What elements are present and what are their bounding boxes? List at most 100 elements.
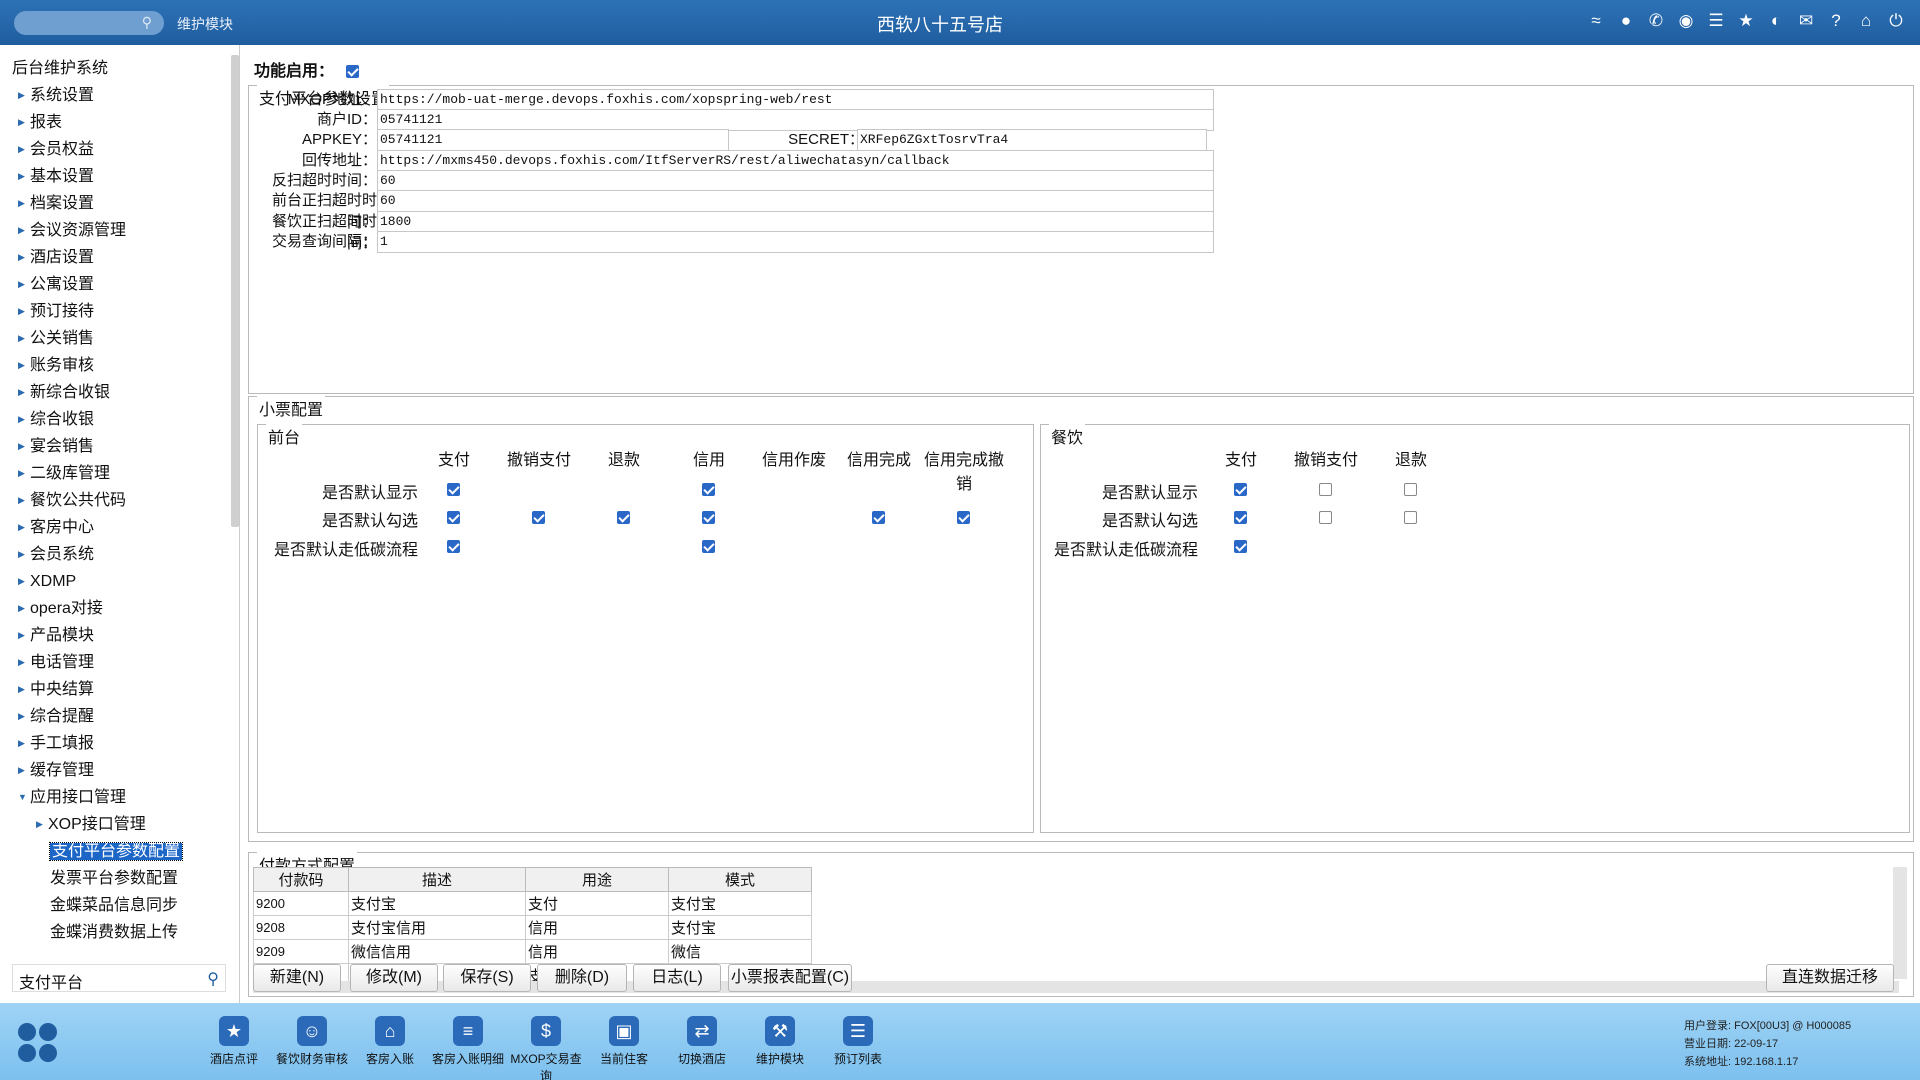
table-row[interactable]: 9200 支付宝 支付 支付宝 — [253, 891, 812, 916]
field-input[interactable]: 05741121 — [377, 129, 729, 151]
field-input[interactable]: https://mob-uat-merge.devops.foxhis.com/… — [377, 89, 1214, 111]
tree-item[interactable]: ▶ 会议资源管理 — [12, 217, 227, 244]
tree-item[interactable]: ▶ 产品模块 — [12, 622, 227, 649]
document-icon[interactable]: ≡ — [453, 1016, 483, 1046]
field-input[interactable]: 1 — [377, 231, 1214, 253]
table-row[interactable]: 9208 支付宝信用 信用 支付宝 — [253, 915, 812, 940]
field-input[interactable]: 60 — [377, 190, 1214, 212]
list-icon[interactable]: ☰ — [843, 1016, 873, 1046]
option-checkbox[interactable] — [1319, 511, 1332, 524]
dock-item[interactable]: $ MXOP交易查询 — [507, 1016, 585, 1080]
tree-item[interactable]: ▶ 综合收银 — [12, 406, 227, 433]
expand-arrow-icon[interactable]: ▶ — [18, 433, 30, 460]
option-checkbox[interactable] — [872, 511, 885, 524]
field-input[interactable]: https://mxms450.devops.foxhis.com/ItfSer… — [377, 150, 1214, 172]
expand-arrow-icon[interactable]: ▶ — [18, 568, 30, 595]
dock-item[interactable]: ⚒ 维护模块 — [741, 1016, 819, 1080]
tree-item-invoice-config[interactable]: 发票平台参数配置 — [12, 865, 227, 892]
option-checkbox[interactable] — [1234, 540, 1247, 553]
tree-item[interactable]: ▶ 手工填报 — [12, 730, 227, 757]
option-checkbox[interactable] — [1404, 483, 1417, 496]
tree-item-kingdee-dish-sync[interactable]: 金蝶菜品信息同步 — [12, 892, 227, 919]
option-checkbox[interactable] — [447, 483, 460, 496]
tree-item[interactable]: ▶ 二级库管理 — [12, 460, 227, 487]
expand-arrow-icon[interactable]: ▶ — [18, 325, 30, 352]
tree-item[interactable]: ▶ 基本设置 — [12, 163, 227, 190]
mail-icon[interactable]: ✉ — [1796, 11, 1816, 31]
tree-item-xop[interactable]: ▶ XOP接口管理 — [12, 811, 227, 838]
direct-data-migration-button[interactable]: 直连数据迁移 — [1766, 964, 1894, 992]
expand-arrow-icon[interactable]: ▶ — [36, 811, 48, 838]
field-input[interactable]: 05741121 — [377, 109, 1214, 131]
expand-arrow-icon[interactable]: ▶ — [18, 190, 30, 217]
log-button[interactable]: 日志(L) — [633, 964, 721, 992]
option-checkbox[interactable] — [1234, 511, 1247, 524]
expand-arrow-icon[interactable]: ▶ — [18, 649, 30, 676]
tree-item-payment-config[interactable]: 支付平台参数配置 — [12, 838, 227, 865]
expand-arrow-icon[interactable]: ▶ — [18, 514, 30, 541]
wrench-icon[interactable]: ⚒ — [765, 1016, 795, 1046]
expand-arrow-icon[interactable]: ▶ — [18, 163, 30, 190]
expand-arrow-icon[interactable]: ▼ — [18, 784, 30, 811]
expand-arrow-icon[interactable]: ▶ — [18, 541, 30, 568]
house-icon[interactable]: ⌂ — [375, 1016, 405, 1046]
help-icon[interactable]: ? — [1826, 11, 1846, 31]
chat-icon[interactable]: ● — [1616, 11, 1636, 31]
tree-item[interactable]: ▶ opera对接 — [12, 595, 227, 622]
option-checkbox[interactable] — [702, 511, 715, 524]
tree-item[interactable]: ▶ 账务审核 — [12, 352, 227, 379]
expand-arrow-icon[interactable]: ▶ — [18, 595, 30, 622]
phone-icon[interactable]: ✆ — [1646, 11, 1666, 31]
user-icon[interactable]: ☺ — [297, 1016, 327, 1046]
tree-item-kingdee-upload[interactable]: 金蝶消费数据上传 — [12, 919, 227, 946]
tree-item[interactable]: ▶ 会员权益 — [12, 136, 227, 163]
tree-item[interactable]: ▶ 档案设置 — [12, 190, 227, 217]
expand-arrow-icon[interactable]: ▶ — [18, 109, 30, 136]
option-checkbox[interactable] — [702, 540, 715, 553]
dock-item[interactable]: ☺ 餐饮财务审核 — [273, 1016, 351, 1080]
save-button[interactable]: 保存(S) — [443, 964, 531, 992]
tree-item[interactable]: ▶ 公寓设置 — [12, 271, 227, 298]
option-checkbox[interactable] — [447, 540, 460, 553]
tree-item[interactable]: ▶ 酒店设置 — [12, 244, 227, 271]
tree-item[interactable]: ▼ 应用接口管理 — [12, 784, 227, 811]
app-logo-icon[interactable] — [18, 1023, 58, 1063]
expand-arrow-icon[interactable]: ▶ — [18, 217, 30, 244]
expand-arrow-icon[interactable]: ▶ — [18, 460, 30, 487]
tree-item[interactable]: ▶ 客房中心 — [12, 514, 227, 541]
edit-button[interactable]: 修改(M) — [350, 964, 438, 992]
dock-item[interactable]: ★ 酒店点评 — [195, 1016, 273, 1080]
expand-arrow-icon[interactable]: ▶ — [18, 406, 30, 433]
table-scrollbar[interactable] — [1893, 867, 1907, 979]
new-button[interactable]: 新建(N) — [253, 964, 341, 992]
tree-item[interactable]: ▶ 系统设置 — [12, 82, 227, 109]
expand-arrow-icon[interactable]: ▶ — [18, 271, 30, 298]
enable-checkbox[interactable] — [346, 65, 360, 79]
tree-item[interactable]: ▶ 中央结算 — [12, 676, 227, 703]
palette-icon[interactable]: ◉ — [1676, 11, 1696, 31]
power-icon[interactable]: ⏻ — [1886, 11, 1906, 31]
dock-item[interactable]: ≡ 客房入账明细 — [429, 1016, 507, 1080]
sidebar-search-input[interactable]: 支付平台 ⚲ — [12, 964, 226, 992]
dock-item[interactable]: ▣ 当前住客 — [585, 1016, 663, 1080]
expand-arrow-icon[interactable]: ▶ — [18, 298, 30, 325]
expand-arrow-icon[interactable]: ▶ — [18, 136, 30, 163]
field-input[interactable]: 60 — [377, 170, 1214, 192]
sidebar-scrollbar[interactable] — [231, 55, 239, 527]
tree-root[interactable]: 后台维护系统 — [12, 55, 227, 82]
switch-icon[interactable]: ⇄ — [687, 1016, 717, 1046]
expand-arrow-icon[interactable]: ▶ — [18, 757, 30, 784]
tree-item[interactable]: ▶ 宴会销售 — [12, 433, 227, 460]
tree-item[interactable]: ▶ 新综合收银 — [12, 379, 227, 406]
payment-icon[interactable]: $ — [531, 1016, 561, 1046]
tree-item[interactable]: ▶ 公关销售 — [12, 325, 227, 352]
dock-item[interactable]: ⌂ 客房入账 — [351, 1016, 429, 1080]
expand-arrow-icon[interactable]: ▶ — [18, 244, 30, 271]
tree-item[interactable]: ▶ 电话管理 — [12, 649, 227, 676]
dock-item[interactable]: ⇄ 切换酒店 — [663, 1016, 741, 1080]
expand-arrow-icon[interactable]: ▶ — [18, 676, 30, 703]
option-checkbox[interactable] — [447, 511, 460, 524]
expand-arrow-icon[interactable]: ▶ — [18, 730, 30, 757]
star-badge-icon[interactable]: ★ — [219, 1016, 249, 1046]
option-checkbox[interactable] — [1319, 483, 1332, 496]
